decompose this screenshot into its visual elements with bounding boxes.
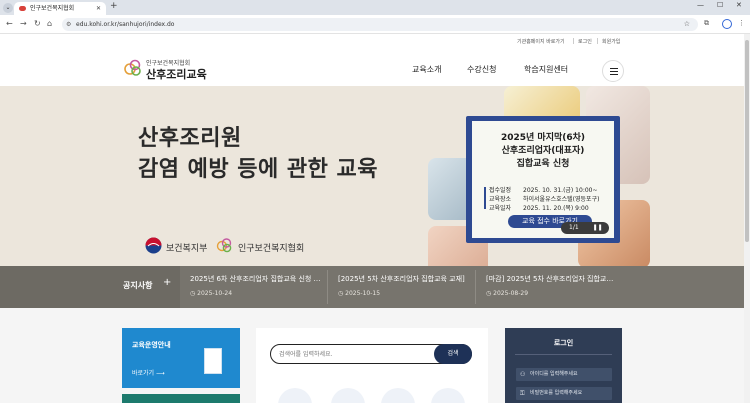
logo-site-title[interactable]: 산후조리교육 xyxy=(146,66,207,82)
notice-item-title: [마감] 2025년 5차 산후조리업자 집합교… xyxy=(486,275,614,283)
util-divider xyxy=(573,38,574,44)
new-tab-button[interactable]: + xyxy=(110,1,118,11)
quick-menu-icon[interactable] xyxy=(431,388,465,403)
popup-line3: 집합교육 신청 xyxy=(516,159,570,169)
login-password-placeholder: 비밀번호를 입력해주세요 xyxy=(530,390,583,396)
menu-item-enroll[interactable]: 수강신청 xyxy=(467,64,496,75)
util-link-signup[interactable]: 회원가입 xyxy=(602,38,620,45)
browser-toolbar: ← → ↻ ⌂ ⚙ edu.kohi.or.kr/sanhujori/index… xyxy=(0,15,750,34)
notice-item[interactable]: [2025년 5차 산후조리업자 집합교육 교재] ◷ 2025-10-15 xyxy=(338,274,478,297)
maximize-icon[interactable]: ☐ xyxy=(717,1,723,9)
hero-title-line2: 감염 예방 등에 관한 교육 xyxy=(138,157,379,182)
notice-bar: 공지사항 + 2025년 6차 산후조리업자 집합교육 신청 … ◷ 2025-… xyxy=(0,266,744,308)
web-page: 기관홈페이지 바로가기 로그인 회원가입 인구보건복지협회 산후조리교육 교육소… xyxy=(0,34,744,403)
notice-item-title: [2025년 5차 산후조리업자 집합교육 교재] xyxy=(338,275,465,283)
user-icon: ⚇ xyxy=(520,371,526,378)
association-name: 인구보건복지협회 xyxy=(238,244,305,254)
popup-line1: 2025년 마지막(6차) xyxy=(500,133,586,143)
browser-menu-icon[interactable]: ⋮ xyxy=(738,19,745,27)
notice-item-date: ◷ 2025-08-29 xyxy=(486,290,529,297)
site-info-icon[interactable]: ⚙ xyxy=(66,18,71,31)
minimize-icon[interactable]: — xyxy=(697,1,704,9)
edu-guide-link[interactable]: 바로가기 ⟶ xyxy=(132,368,165,377)
back-icon[interactable]: ← xyxy=(6,19,13,28)
quick-menu-icon[interactable] xyxy=(331,388,365,403)
popup-line2: 산후조리업자(대표자) xyxy=(501,146,585,156)
browser-tab[interactable]: 인구보건복지협회 ✕ xyxy=(14,2,106,15)
tab-title: 인구보건복지협회 xyxy=(30,5,75,12)
tab-search-button[interactable]: ⌄ xyxy=(3,3,13,13)
login-title: 로그인 xyxy=(553,339,574,347)
forward-icon[interactable]: → xyxy=(20,19,27,28)
edu-guide-title: 교육운영안내 xyxy=(132,341,171,349)
popup-row-value: 하이서울유스호스텔(영등포구) xyxy=(523,196,600,203)
popup-row-label: 교육장소 xyxy=(489,196,512,203)
secondary-card[interactable] xyxy=(122,394,240,403)
hamburger-menu-icon[interactable] xyxy=(602,60,624,82)
ministry-name: 보건복지부 xyxy=(166,244,208,254)
popup-page-count: 1/1 xyxy=(569,224,579,231)
notice-label-area xyxy=(0,266,180,308)
document-icon xyxy=(204,348,222,374)
util-link-login[interactable]: 로그인 xyxy=(578,38,592,45)
menu-item-edu-intro[interactable]: 교육소개 xyxy=(412,64,441,75)
search-panel: 검색 xyxy=(256,328,488,403)
home-icon[interactable]: ⌂ xyxy=(47,19,52,28)
popup-row-value: 2025. 10. 31.(금) 10:00~ xyxy=(523,187,598,194)
popup-pager: 1/1 ❚❚ xyxy=(561,222,609,234)
enrollment-popup: 2025년 마지막(6차) 산후조리업자(대표자) 집합교육 신청 접수일정 2… xyxy=(466,116,620,243)
association-logo-icon[interactable] xyxy=(124,59,142,77)
login-id-field[interactable]: ⚇ 아이디를 입력해주세요 xyxy=(516,368,612,381)
pause-icon[interactable]: ❚❚ xyxy=(593,224,603,231)
popup-row-value: 2025. 11. 20.(목) 9:00 xyxy=(523,205,589,212)
login-panel: 로그인 ⚇ 아이디를 입력해주세요 ⚿ 비밀번호를 입력해주세요 xyxy=(505,328,622,403)
scrollbar-thumb[interactable] xyxy=(745,40,749,242)
quick-menu-icon[interactable] xyxy=(381,388,415,403)
popup-accent-bar xyxy=(484,187,486,209)
main-content: 교육운영안내 바로가기 ⟶ 검색 로그인 ⚇ 아이디를 입력해주세요 ⚿ xyxy=(0,308,744,403)
browser-tab-strip: ⌄ 인구보건복지협회 ✕ + — ☐ ✕ xyxy=(0,0,750,15)
search-box: 검색 xyxy=(270,344,472,364)
notice-item-date: ◷ 2025-10-24 xyxy=(190,290,233,297)
tab-close-icon[interactable]: ✕ xyxy=(96,2,101,15)
reload-icon[interactable]: ↻ xyxy=(34,19,41,28)
lock-icon: ⚿ xyxy=(520,390,525,397)
notice-divider xyxy=(475,270,476,304)
notice-label: 공지사항 xyxy=(123,281,153,290)
search-button[interactable]: 검색 xyxy=(434,344,472,364)
menu-item-learning-support[interactable]: 학습지원센터 xyxy=(524,64,568,75)
notice-item[interactable]: 2025년 6차 산후조리업자 집합교육 신청 … ◷ 2025-10-24 xyxy=(190,274,330,297)
popup-content: 2025년 마지막(6차) 산후조리업자(대표자) 집합교육 신청 접수일정 2… xyxy=(472,121,614,238)
site-favicon-icon xyxy=(19,6,26,11)
hero-banner: 산후조리원 감염 예방 등에 관한 교육 보건복지부 인구보건복지협회 xyxy=(0,86,744,284)
popup-row-label: 접수일정 xyxy=(489,187,512,194)
notice-divider xyxy=(327,270,328,304)
page-scrollbar[interactable] xyxy=(744,34,750,403)
extensions-icon[interactable]: ⧉ xyxy=(704,19,709,28)
address-bar[interactable]: ⚙ edu.kohi.or.kr/sanhujori/index.do ☆ xyxy=(62,18,698,31)
notice-item-title: 2025년 6차 산후조리업자 집합교육 신청 … xyxy=(190,275,321,283)
hero-title-line1: 산후조리원 xyxy=(138,126,242,151)
ministry-logo-icon xyxy=(145,237,162,254)
notice-item-date: ◷ 2025-10-15 xyxy=(338,290,381,297)
notice-item[interactable]: [마감] 2025년 5차 산후조리업자 집합교… ◷ 2025-08-29 xyxy=(486,274,626,297)
notice-more-icon[interactable]: + xyxy=(163,277,171,288)
close-window-icon[interactable]: ✕ xyxy=(736,1,742,9)
association-mark-icon xyxy=(216,238,232,253)
profile-avatar-icon[interactable] xyxy=(722,19,732,29)
login-password-field[interactable]: ⚿ 비밀번호를 입력해주세요 xyxy=(516,387,612,400)
address-url: edu.kohi.or.kr/sanhujori/index.do xyxy=(76,21,175,28)
quick-menu-icon[interactable] xyxy=(278,388,312,403)
util-divider xyxy=(597,38,598,44)
search-input[interactable] xyxy=(279,348,429,360)
login-id-placeholder: 아이디를 입력해주세요 xyxy=(530,371,578,377)
edu-guide-card[interactable]: 교육운영안내 바로가기 ⟶ xyxy=(122,328,240,388)
util-link-org-home[interactable]: 기관홈페이지 바로가기 xyxy=(517,38,565,45)
login-divider xyxy=(515,354,612,355)
bookmark-star-icon[interactable]: ☆ xyxy=(684,18,690,31)
popup-row-label: 교육일자 xyxy=(489,205,512,212)
